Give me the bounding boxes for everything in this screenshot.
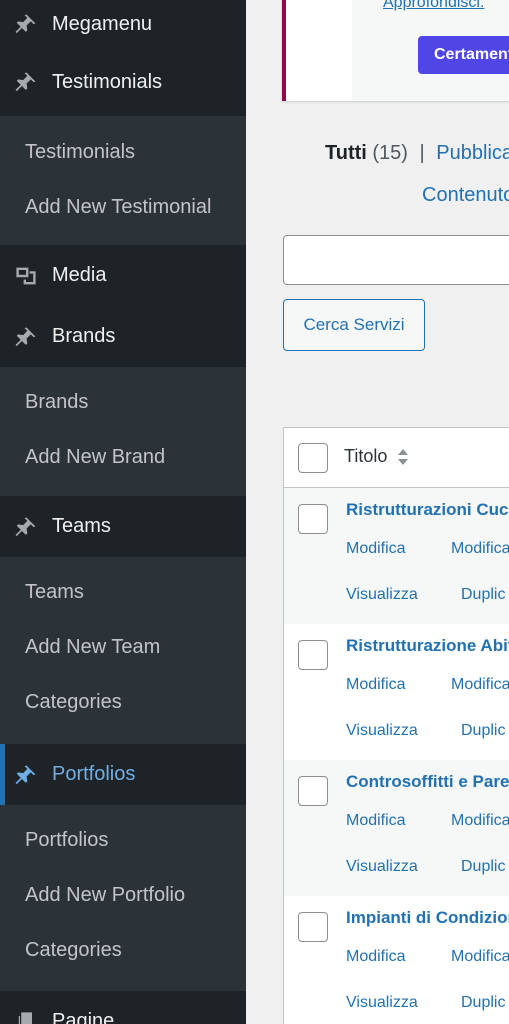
pin-icon <box>0 763 52 787</box>
row-checkbox[interactable] <box>298 776 328 806</box>
row-title-link[interactable]: Ristrutturazioni Cuci <box>346 500 509 520</box>
table-row: Ristrutturazione Abit Modifica Modifica … <box>284 624 509 760</box>
filter-published[interactable]: Pubblica <box>436 142 509 164</box>
table-row: Ristrutturazioni Cuci Modifica Modifica … <box>284 488 509 624</box>
menu-item-teams[interactable]: Teams <box>0 496 246 557</box>
status-filters: Tutti (15) | Pubblica <box>325 142 509 165</box>
menu-label: Portfolios <box>52 763 136 785</box>
quick-edit-link[interactable]: Modifica <box>451 812 509 830</box>
menu-label: Media <box>52 264 107 286</box>
pin-icon <box>0 12 52 36</box>
main-content: Approfondisci. Certamente! Vo Tutti (15)… <box>246 0 509 1024</box>
view-link[interactable]: Visualizza <box>346 722 418 740</box>
menu-item-testimonials[interactable]: Testimonials <box>0 48 246 116</box>
pin-icon <box>0 515 52 539</box>
filter-all[interactable]: Tutti <box>325 142 367 164</box>
pages-icon <box>0 1010 52 1024</box>
quick-edit-link[interactable]: Modifica <box>451 948 509 966</box>
submenu-item-add-new-testimonial[interactable]: Add New Testimonial <box>0 180 246 235</box>
menu-label: Testimonials <box>52 70 163 93</box>
learn-more-link[interactable]: Approfondisci. <box>383 0 484 12</box>
submenu-teams: Teams Add New Team Categories <box>0 557 246 744</box>
row-title-link[interactable]: Ristrutturazione Abit <box>346 636 509 656</box>
menu-label: Teams <box>52 515 111 537</box>
admin-sidebar: Megamenu Testimonials Testimonials Add N… <box>0 0 246 1024</box>
submenu-item-add-new-team[interactable]: Add New Team <box>0 620 246 675</box>
table-row: Impianti di Condizior Modifica Modifica … <box>284 896 509 1024</box>
edit-link[interactable]: Modifica <box>346 676 406 694</box>
table-header: Titolo <box>284 428 509 488</box>
search-button[interactable]: Cerca Servizi <box>283 299 425 351</box>
table-row: Controsoffitti e Pare Modifica Modifica … <box>284 760 509 896</box>
menu-item-portfolios[interactable]: Portfolios <box>0 744 246 805</box>
submenu-item-add-new-brand[interactable]: Add New Brand <box>0 430 246 485</box>
menu-item-pagine[interactable]: Pagine <box>0 991 246 1024</box>
submenu-item-teams[interactable]: Teams <box>0 565 246 620</box>
media-icon <box>0 264 52 288</box>
edit-link[interactable]: Modifica <box>346 812 406 830</box>
menu-label: Pagine <box>52 1010 115 1024</box>
submenu-testimonials: Testimonials Add New Testimonial <box>0 116 246 245</box>
posts-table: Titolo Ristrutturazioni Cuci Modifica Mo… <box>283 427 509 1024</box>
menu-item-media[interactable]: Media <box>0 245 246 306</box>
quick-edit-link[interactable]: Modifica <box>451 676 509 694</box>
select-all-checkbox[interactable] <box>298 443 328 473</box>
duplicate-link[interactable]: Duplic <box>461 586 505 604</box>
filter-content[interactable]: Contenuto <box>422 184 509 207</box>
row-title-link[interactable]: Impianti di Condizior <box>346 908 509 928</box>
submenu-item-add-new-portfolio[interactable]: Add New Portfolio <box>0 868 246 923</box>
quick-edit-link[interactable]: Modifica <box>451 540 509 558</box>
sort-icon[interactable] <box>396 447 410 467</box>
submenu-item-portfolios[interactable]: Portfolios <box>0 813 246 868</box>
view-link[interactable]: Visualizza <box>346 586 418 604</box>
row-checkbox[interactable] <box>298 912 328 942</box>
submenu-item-categories[interactable]: Categories <box>0 923 246 978</box>
column-title-header[interactable]: Titolo <box>344 446 387 467</box>
edit-link[interactable]: Modifica <box>346 540 406 558</box>
row-checkbox[interactable] <box>298 504 328 534</box>
row-checkbox[interactable] <box>298 640 328 670</box>
duplicate-link[interactable]: Duplic <box>461 994 505 1012</box>
menu-item-brands[interactable]: Brands <box>0 306 246 367</box>
menu-item-megamenu[interactable]: Megamenu <box>0 0 246 48</box>
search-input[interactable] <box>283 235 509 285</box>
menu-label: Brands <box>52 325 116 347</box>
edit-link[interactable]: Modifica <box>346 948 406 966</box>
notice-cta-button[interactable]: Certamente! Vo <box>418 36 509 74</box>
menu-label: Megamenu <box>52 12 153 35</box>
view-link[interactable]: Visualizza <box>346 994 418 1012</box>
submenu-item-categories[interactable]: Categories <box>0 675 246 730</box>
duplicate-link[interactable]: Duplic <box>461 858 505 876</box>
submenu-item-brands[interactable]: Brands <box>0 375 246 430</box>
row-title-link[interactable]: Controsoffitti e Pare <box>346 772 509 792</box>
submenu-item-testimonials[interactable]: Testimonials <box>0 125 246 180</box>
promo-notice: Approfondisci. Certamente! Vo <box>282 0 509 101</box>
filter-separator: | <box>419 142 425 164</box>
filter-all-count: (15) <box>372 142 408 164</box>
duplicate-link[interactable]: Duplic <box>461 722 505 740</box>
submenu-brands: Brands Add New Brand <box>0 367 246 496</box>
pin-icon <box>0 325 52 349</box>
pin-icon <box>0 70 52 94</box>
submenu-portfolios: Portfolios Add New Portfolio Categories <box>0 805 246 991</box>
view-link[interactable]: Visualizza <box>346 858 418 876</box>
